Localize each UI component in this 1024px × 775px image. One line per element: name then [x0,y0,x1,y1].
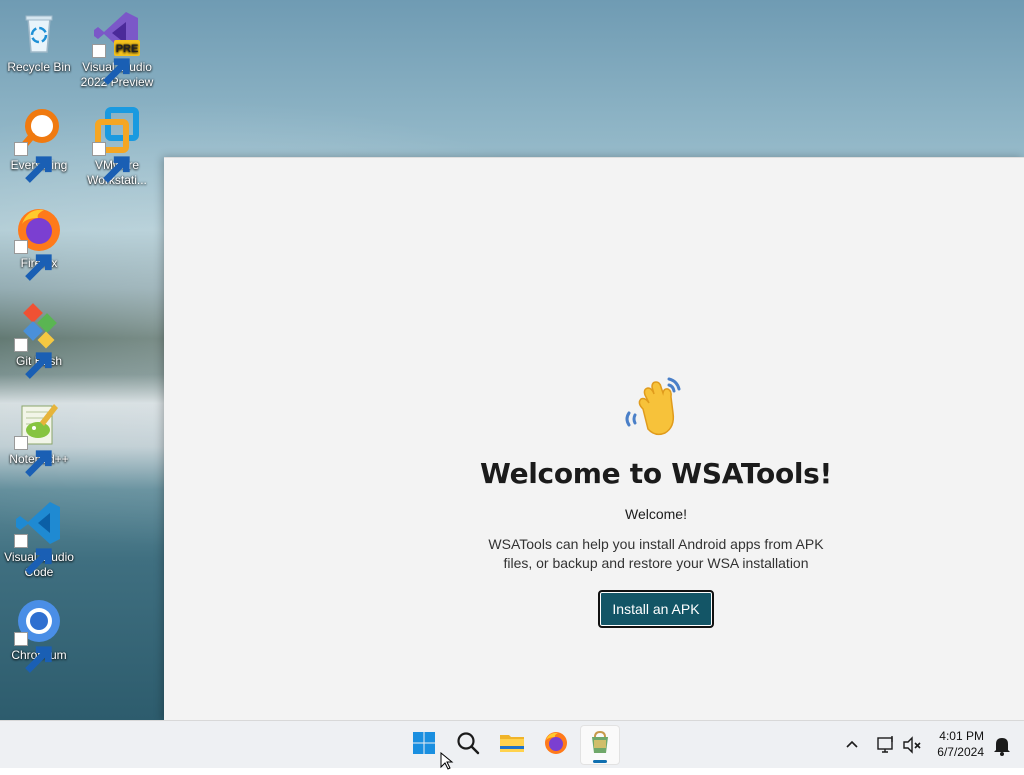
git-bash-icon [14,302,64,379]
welcome-description: WSATools can help you install Android ap… [488,536,824,571]
shortcut-arrow-icon [14,632,52,673]
taskbar-search-button[interactable] [448,725,488,765]
clock-date: 6/7/2024 [937,745,984,759]
desktop-icon-git-bash[interactable]: Git Bash [0,298,78,388]
desktop-icon-chromium[interactable]: Chromium [0,592,78,682]
waving-hand-icon [621,373,691,443]
volume-muted-icon[interactable] [900,733,924,757]
desktop-icon-firefox[interactable]: Firefox [0,200,78,290]
install-apk-button[interactable]: Install an APK [598,590,714,628]
active-app-indicator [593,760,607,763]
notepad-plus-plus-icon [14,400,64,477]
wsatools-icon [589,730,611,760]
firefox-icon [14,204,64,281]
search-icon [456,731,480,760]
desktop-icon-recycle-bin[interactable]: Recycle Bin [0,4,78,94]
taskbar-wsatools[interactable] [580,725,620,765]
mouse-cursor-icon [440,751,454,775]
vmware-icon [92,106,142,183]
taskbar-firefox[interactable] [536,725,576,765]
welcome-panel: Welcome to WSATools! Welcome! WSATools c… [474,373,838,628]
show-hidden-icons-chevron[interactable] [840,733,864,757]
desktop-icons: Recycle Bin PRE Visual Studio 2022 Previ… [0,0,164,720]
firefox-icon [543,730,569,761]
desktop-icon-vmware[interactable]: VMware Workstati... [78,102,156,192]
desktop-icon-everything[interactable]: Everything [0,102,78,192]
wsatools-window: Welcome to WSATools! Welcome! WSATools c… [164,157,1024,721]
shortcut-arrow-icon [92,44,130,85]
start-icon [412,731,436,760]
file-explorer-icon [499,731,525,760]
network-icon[interactable] [874,733,898,757]
vscode-icon [14,498,64,575]
taskbar-file-explorer[interactable] [492,725,532,765]
clock-time: 4:01 PM [939,729,984,743]
system-tray [840,721,924,769]
shortcut-arrow-icon [14,338,52,379]
welcome-title: Welcome to WSATools! [479,457,833,490]
shortcut-arrow-icon [14,142,52,183]
visual-studio-icon: PRE [92,8,142,85]
shortcut-arrow-icon [14,436,52,477]
shortcut-arrow-icon [14,240,52,281]
welcome-subtitle: Welcome! [625,506,687,522]
shortcut-arrow-icon [92,142,130,183]
desktop-icon-visual-studio[interactable]: PRE Visual Studio 2022 Preview [78,4,156,94]
taskbar-clock[interactable]: 4:01 PM 6/7/2024 [937,728,984,760]
shortcut-arrow-icon [14,534,52,575]
chromium-icon [14,596,64,673]
taskbar: 4:01 PM 6/7/2024 [0,720,1024,768]
desktop-icon-vscode[interactable]: Visual Studio Code [0,494,78,584]
notification-bell-icon[interactable] [990,733,1014,757]
desktop-icon-notepad-plus-plus[interactable]: Notepad++ [0,396,78,486]
recycle-bin-icon [14,8,64,58]
start-button[interactable] [404,725,444,765]
desktop-icon-label: Recycle Bin [7,60,71,74]
everything-search-icon [14,106,64,183]
